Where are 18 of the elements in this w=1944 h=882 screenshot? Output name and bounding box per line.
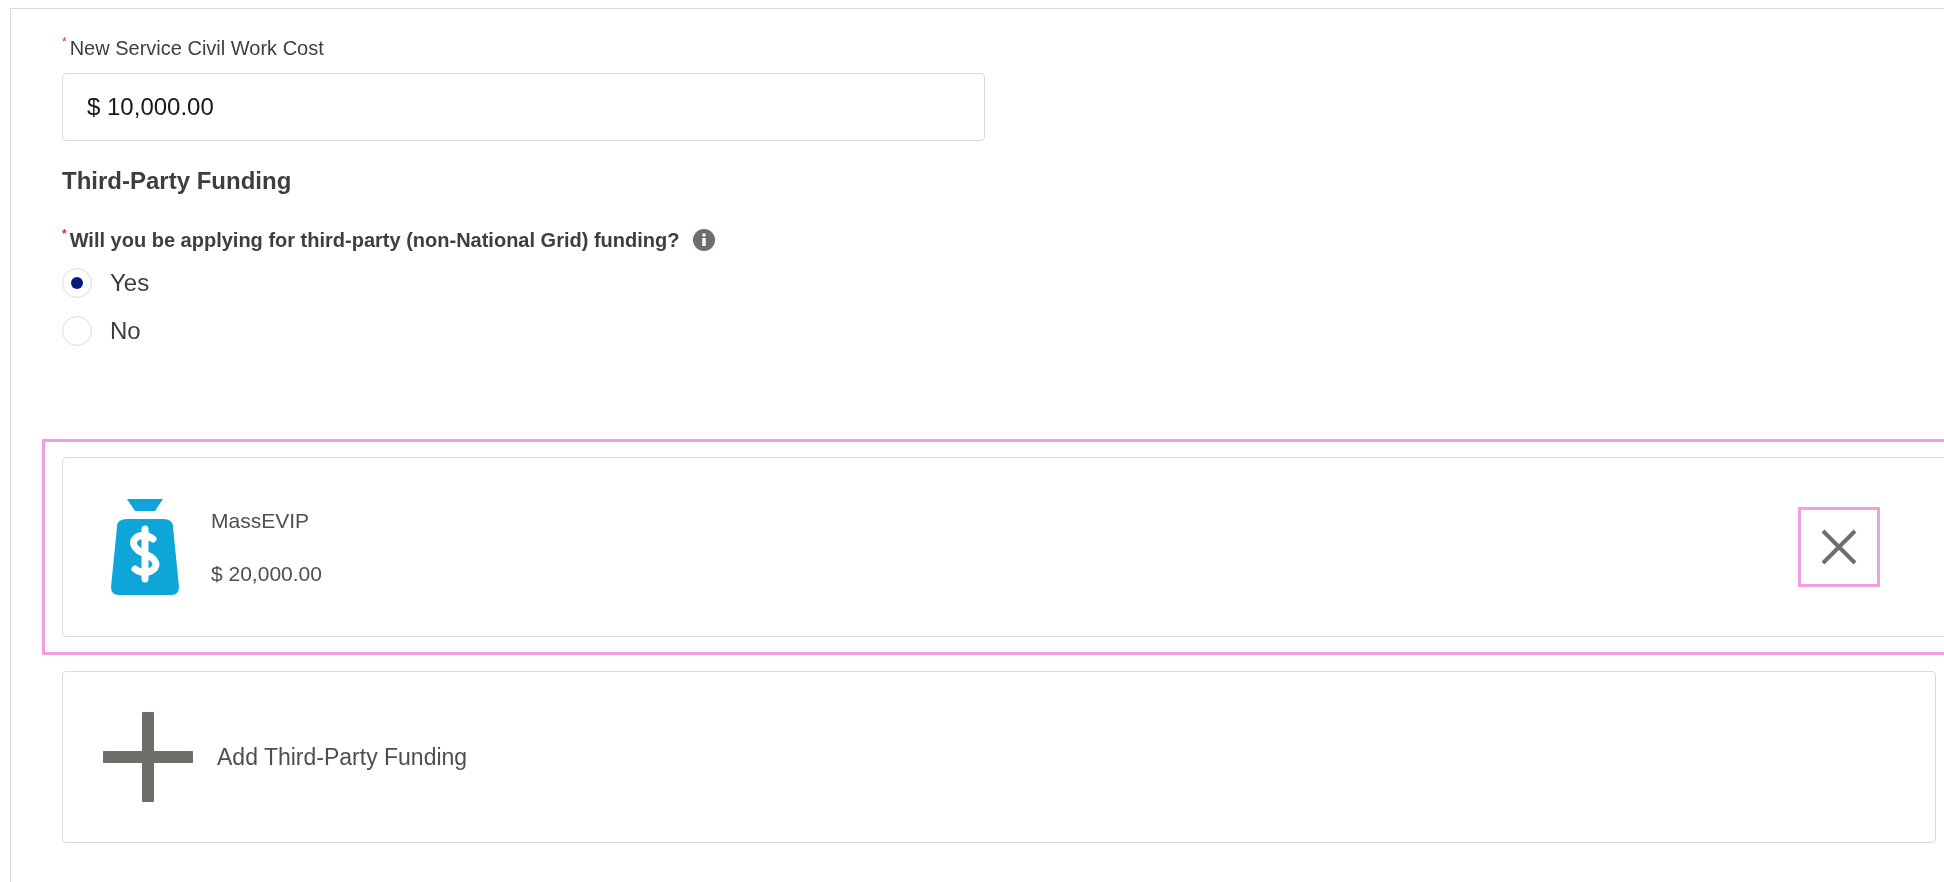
required-marker: * xyxy=(62,34,67,51)
radio-label: Yes xyxy=(110,268,150,298)
add-funding-card[interactable]: Add Third-Party Funding xyxy=(62,671,1936,843)
plus-icon xyxy=(103,712,193,802)
section-title: Third-Party Funding xyxy=(62,166,293,196)
close-icon xyxy=(1820,528,1858,566)
funding-amount: $ 20,000.00 xyxy=(211,561,322,587)
question-label: Will you be applying for third-party (non-National Grid) funding? xyxy=(69,228,680,253)
add-funding-label: Add Third-Party Funding xyxy=(217,742,468,772)
cost-input-field[interactable]: $ 10,000.00 xyxy=(62,73,985,141)
radio-label: No xyxy=(110,316,141,346)
funding-name: MassEVIP xyxy=(211,507,311,534)
radio-button[interactable] xyxy=(62,268,92,298)
radio-button[interactable] xyxy=(62,316,92,346)
info-icon[interactable] xyxy=(693,229,716,251)
close-button[interactable] xyxy=(1798,507,1880,587)
field-label: New Service Civil Work Cost xyxy=(69,36,324,61)
required-marker: * xyxy=(62,226,67,243)
